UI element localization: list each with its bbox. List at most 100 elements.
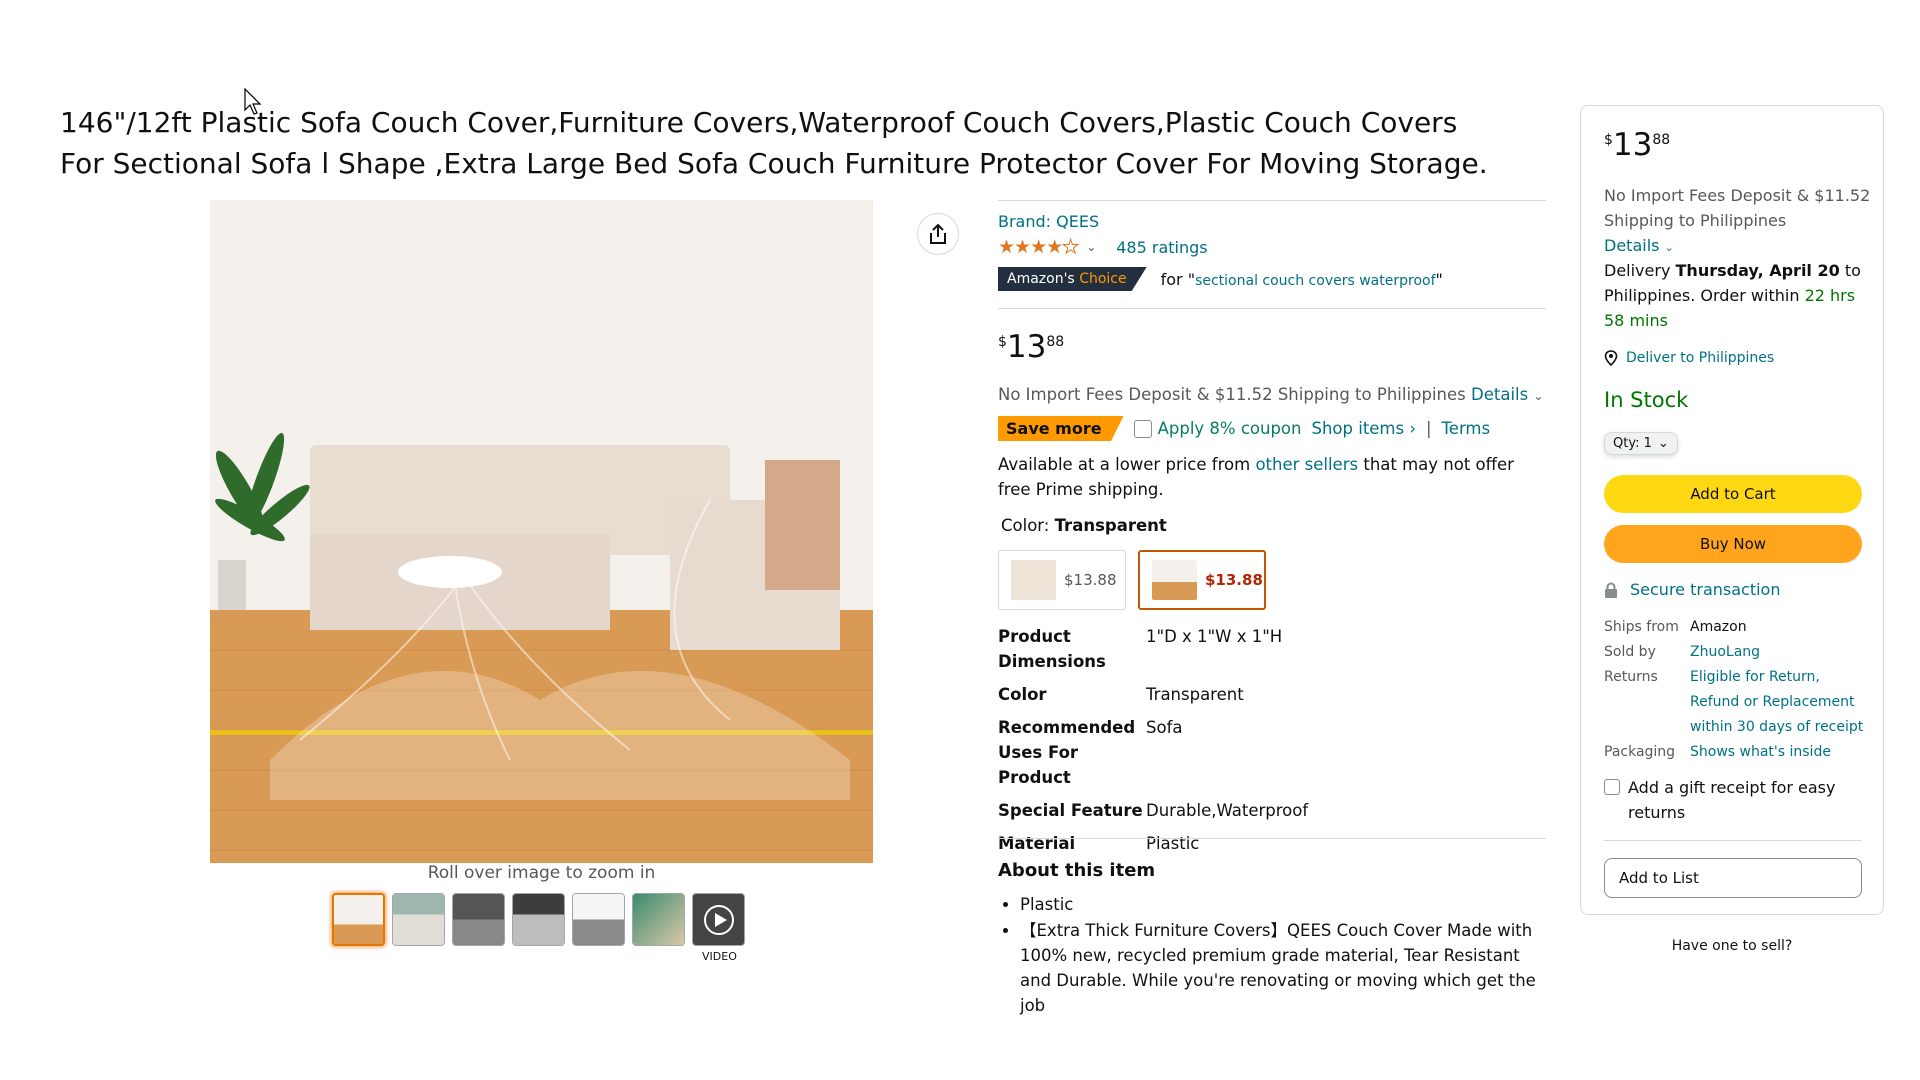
- spec-key: Recommended Uses For Product: [998, 718, 1136, 787]
- other-sellers-link[interactable]: other sellers: [1255, 455, 1358, 474]
- chevron-down-icon[interactable]: ⌄: [1086, 240, 1096, 254]
- gift-receipt-label[interactable]: Add a gift receipt for easy returns: [1628, 775, 1864, 825]
- thumbnail-video[interactable]: [692, 893, 745, 946]
- price-symbol: $: [1604, 132, 1613, 148]
- shop-items-link[interactable]: Shop items ›: [1311, 419, 1415, 438]
- zoom-hint: Roll over image to zoom in: [427, 863, 656, 883]
- swatch-price: $13.88: [1064, 571, 1117, 589]
- spec-row: Special Feature Durable,Waterproof: [998, 798, 1308, 823]
- color-label: Color:: [1001, 516, 1050, 535]
- spec-row: Recommended Uses For Product Sofa: [998, 715, 1308, 790]
- meta-row: Returns Eligible for Return, Refund or Re…: [1604, 665, 1865, 740]
- spec-row: Product Dimensions 1"D x 1"W x 1"H: [998, 624, 1308, 674]
- add-to-list-button[interactable]: Add to List: [1604, 858, 1862, 898]
- have-one-to-sell-link[interactable]: Have one to sell?: [1580, 938, 1884, 954]
- swatch-option-2[interactable]: $13.88: [1138, 550, 1266, 610]
- thumbnail-1[interactable]: [332, 893, 385, 946]
- spec-key: Material: [998, 834, 1076, 853]
- delivery-prefix: Delivery: [1604, 261, 1671, 280]
- chevron-down-icon[interactable]: ⌄: [1533, 389, 1543, 403]
- secure-transaction-label: Secure transaction: [1630, 580, 1781, 599]
- list-item: 【Extra Thick Furniture Covers】QEES Couch…: [1020, 918, 1540, 1018]
- returns-link[interactable]: Eligible for Return, Refund or Replaceme…: [1690, 665, 1865, 740]
- color-selection-label: Color: Transparent: [1001, 516, 1167, 535]
- coupon-checkbox[interactable]: [1133, 419, 1152, 438]
- qty-dropdown-wrap: Qty: 1 ⌄: [1604, 432, 1678, 455]
- amazons-choice-row: Amazon's Choice for "sectional couch cov…: [998, 267, 1443, 291]
- qty-label: Qty: 1: [1613, 436, 1652, 451]
- meta-row: Ships from Amazon: [1604, 615, 1865, 640]
- delivery-info: Delivery Thursday, April 20 to Philippin…: [1604, 258, 1874, 333]
- about-list: Plastic 【Extra Thick Furniture Covers】QE…: [1020, 892, 1540, 1019]
- packaging-link[interactable]: Shows what's inside: [1690, 740, 1865, 765]
- price-fraction: 88: [1652, 132, 1671, 148]
- play-icon: [703, 904, 734, 935]
- location-pin-icon: [1604, 350, 1618, 366]
- swatch-image: [1011, 560, 1056, 600]
- chevron-down-icon[interactable]: ⌄: [1665, 241, 1674, 254]
- meta-key: Sold by: [1604, 644, 1656, 660]
- coupon-label[interactable]: Apply 8% coupon: [1158, 419, 1302, 438]
- choice-for-text: for ": [1160, 269, 1196, 289]
- spec-value: 1"D x 1"W x 1"H: [1146, 627, 1283, 646]
- sofa-cover-photo: [210, 200, 873, 863]
- divider: [998, 838, 1546, 839]
- spec-key: Special Feature: [998, 801, 1143, 820]
- share-button[interactable]: [917, 213, 959, 255]
- choice-query-link[interactable]: sectional couch covers waterproof: [1195, 273, 1435, 289]
- chevron-down-icon: ⌄: [1657, 436, 1669, 451]
- meta-row: Sold by ZhuoLang: [1604, 640, 1865, 665]
- meta-key: Returns: [1604, 669, 1658, 685]
- price: $ 13 88: [998, 330, 1064, 364]
- spec-row: Color Transparent: [998, 682, 1308, 707]
- buy-now-button[interactable]: Buy Now: [1604, 525, 1862, 563]
- save-more-badge: Save more: [998, 416, 1124, 441]
- about-title: About this item: [998, 860, 1156, 881]
- shipping-text: No Import Fees Deposit & $11.52 Shipping…: [998, 385, 1466, 404]
- meta-value: Amazon: [1690, 619, 1747, 635]
- spec-value: Sofa: [1146, 718, 1183, 737]
- color-value: Transparent: [1054, 516, 1167, 535]
- price-fraction: 88: [1046, 334, 1065, 350]
- product-title: 146"/12ft Plastic Sofa Couch Cover,Furni…: [60, 106, 1488, 180]
- thumbnail-6[interactable]: [632, 893, 685, 946]
- rating-row: ★★★★★ ⌄ 485 ratings: [998, 236, 1208, 259]
- main-product-image[interactable]: [210, 200, 873, 863]
- divider: [998, 200, 1546, 201]
- delivery-date: Thursday, April 20: [1675, 261, 1840, 280]
- thumbnail-5[interactable]: [572, 893, 625, 946]
- swatch-option-1[interactable]: $13.88: [998, 550, 1126, 610]
- deliver-to-link[interactable]: Deliver to Philippines: [1626, 350, 1774, 366]
- gift-receipt-checkbox[interactable]: [1604, 779, 1620, 795]
- lock-icon: [1605, 582, 1617, 598]
- shipping-details-link[interactable]: Details: [1471, 385, 1528, 404]
- spec-row: Material Plastic: [998, 831, 1308, 856]
- ratings-count-link[interactable]: 485 ratings: [1116, 238, 1207, 257]
- secure-transaction[interactable]: Secure transaction: [1604, 580, 1780, 599]
- list-item: Plastic: [1020, 892, 1540, 917]
- quantity-dropdown[interactable]: Qty: 1 ⌄: [1604, 432, 1678, 455]
- deliver-to-row[interactable]: Deliver to Philippines: [1604, 350, 1774, 366]
- price-whole: 13: [1612, 127, 1653, 163]
- amazons-choice-badge: Amazon's Choice: [998, 267, 1147, 291]
- seller-meta: Ships from Amazon Sold by ZhuoLang Returns…: [1604, 615, 1865, 765]
- close-quote: ": [1435, 269, 1443, 289]
- thumbnail-4[interactable]: [512, 893, 565, 946]
- thumbnail-2[interactable]: [392, 893, 445, 946]
- thumbnail-3[interactable]: [452, 893, 505, 946]
- terms-link[interactable]: Terms: [1442, 419, 1491, 438]
- buybox-details-link[interactable]: Details: [1604, 236, 1659, 255]
- separator: |: [1425, 419, 1432, 438]
- spec-value: Plastic: [1146, 834, 1200, 853]
- sold-by-link[interactable]: ZhuoLang: [1690, 640, 1865, 665]
- thumbnail-strip: [332, 893, 745, 946]
- star-rating-icon[interactable]: ★★★★★: [998, 236, 1080, 259]
- video-label: VIDEO: [702, 950, 737, 963]
- swatch-price: $13.88: [1205, 571, 1263, 589]
- price-symbol: $: [998, 334, 1007, 350]
- price-whole: 13: [1006, 329, 1047, 365]
- buybox-shipping-text: No Import Fees Deposit & $11.52 Shipping…: [1604, 186, 1871, 230]
- brand-link[interactable]: Brand: QEES: [998, 212, 1099, 231]
- stock-status: In Stock: [1604, 388, 1689, 412]
- add-to-cart-button[interactable]: Add to Cart: [1604, 475, 1862, 513]
